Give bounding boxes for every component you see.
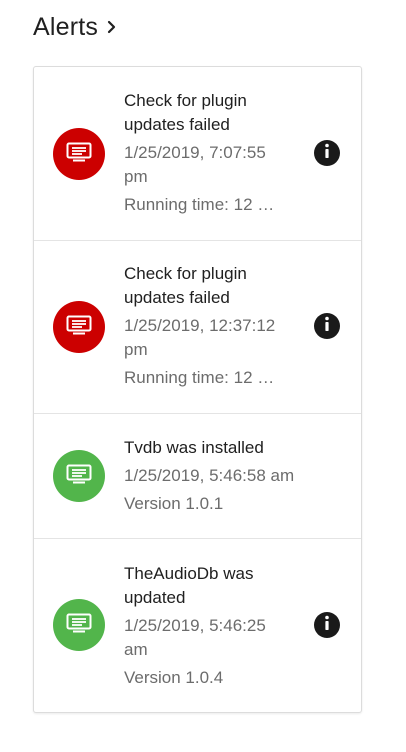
alert-subtitle: Version 1.0.4 bbox=[124, 668, 224, 687]
alert-text: Tvdb was installed 1/25/2019, 5:46:58 am… bbox=[124, 436, 324, 516]
alert-item[interactable]: Check for plugin updates failed 1/25/201… bbox=[34, 241, 361, 414]
info-icon bbox=[314, 138, 340, 169]
alert-subtitle: Running time: 12 … bbox=[124, 368, 275, 387]
alert-text: TheAudioDb was updated 1/25/2019, 5:46:2… bbox=[124, 562, 294, 690]
alert-timestamp: 1/25/2019, 5:46:25 am bbox=[124, 616, 266, 659]
alert-title: TheAudioDb was updated bbox=[124, 564, 254, 607]
notification-icon bbox=[66, 464, 92, 489]
alert-timestamp: 1/25/2019, 12:37:12 pm bbox=[124, 316, 276, 359]
alert-subtitle: Version 1.0.1 bbox=[124, 494, 224, 513]
alerts-card: Check for plugin updates failed 1/25/201… bbox=[33, 66, 362, 713]
error-status-badge bbox=[53, 128, 105, 180]
alert-title: Check for plugin updates failed bbox=[124, 264, 247, 307]
alert-text: Check for plugin updates failed 1/25/201… bbox=[124, 89, 294, 217]
alert-timestamp: 1/25/2019, 5:46:58 am bbox=[124, 466, 295, 485]
info-button[interactable] bbox=[314, 313, 340, 339]
notification-icon bbox=[66, 315, 92, 340]
alert-title: Check for plugin updates failed bbox=[124, 91, 247, 134]
alert-title: Tvdb was installed bbox=[124, 438, 264, 457]
info-icon bbox=[314, 311, 340, 342]
page-title: Alerts bbox=[33, 12, 99, 41]
alert-subtitle: Running time: 12 … bbox=[124, 195, 275, 214]
success-status-badge bbox=[53, 450, 105, 502]
alerts-header-link[interactable]: Alerts bbox=[33, 10, 118, 44]
success-status-badge bbox=[53, 599, 105, 651]
chevron-right-icon bbox=[106, 20, 118, 34]
info-icon bbox=[314, 610, 340, 641]
error-status-badge bbox=[53, 301, 105, 353]
info-button[interactable] bbox=[314, 140, 340, 166]
alert-timestamp: 1/25/2019, 7:07:55 pm bbox=[124, 143, 266, 186]
notification-icon bbox=[66, 142, 92, 167]
alert-item[interactable]: TheAudioDb was updated 1/25/2019, 5:46:2… bbox=[34, 539, 361, 712]
alert-item[interactable]: Tvdb was installed 1/25/2019, 5:46:58 am… bbox=[34, 414, 361, 539]
info-button[interactable] bbox=[314, 612, 340, 638]
alert-item[interactable]: Check for plugin updates failed 1/25/201… bbox=[34, 67, 361, 241]
notification-icon bbox=[66, 613, 92, 638]
alert-text: Check for plugin updates failed 1/25/201… bbox=[124, 262, 294, 390]
